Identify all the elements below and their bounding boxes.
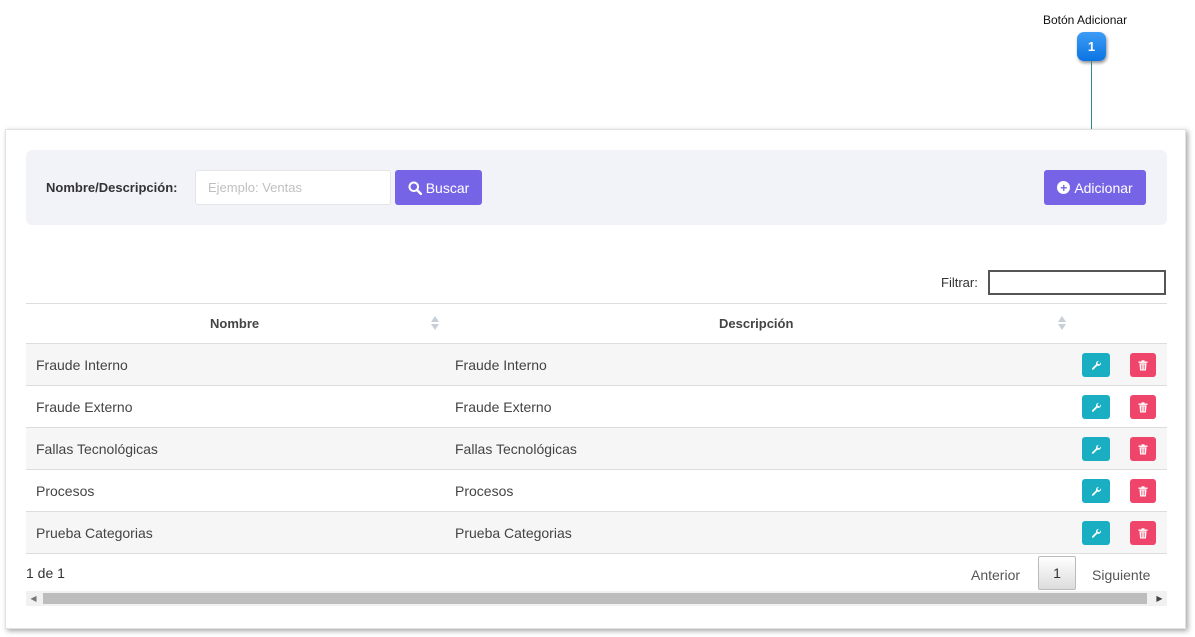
plus-circle-icon: + xyxy=(1057,181,1071,194)
cell-description: Procesos xyxy=(455,483,514,499)
horizontal-scrollbar[interactable]: ◀ ▶ xyxy=(26,591,1167,606)
edit-button[interactable] xyxy=(1082,395,1110,419)
delete-button[interactable] xyxy=(1130,479,1156,503)
table-row: Fraude Externo Fraude Externo xyxy=(26,386,1167,428)
add-button[interactable]: + Adicionar xyxy=(1044,170,1146,205)
search-label: Nombre/Descripción: xyxy=(46,180,178,195)
cell-name: Fallas Tecnológicas xyxy=(36,441,158,457)
sort-icon[interactable] xyxy=(1058,316,1067,332)
previous-page-link[interactable]: Anterior xyxy=(971,567,1020,583)
wrench-icon xyxy=(1091,528,1102,539)
trash-icon xyxy=(1138,485,1148,497)
cell-description: Fraude Interno xyxy=(455,357,547,373)
add-button-label: Adicionar xyxy=(1074,179,1133,196)
column-header-description[interactable]: Descripción xyxy=(719,316,793,331)
trash-icon xyxy=(1138,401,1148,413)
cell-description: Fallas Tecnológicas xyxy=(455,441,577,457)
categories-panel: Nombre/Descripción: Buscar + Adicionar F… xyxy=(5,129,1186,629)
delete-button[interactable] xyxy=(1130,521,1156,545)
cell-name: Fraude Interno xyxy=(36,357,128,373)
delete-button[interactable] xyxy=(1130,437,1156,461)
cell-name: Fraude Externo xyxy=(36,399,133,415)
search-icon xyxy=(408,181,422,195)
categories-table: Nombre Descripción Fraude Interno Fraude … xyxy=(26,303,1167,554)
pagination-info: 1 de 1 xyxy=(26,565,65,581)
next-page-link[interactable]: Siguiente xyxy=(1092,567,1150,583)
delete-button[interactable] xyxy=(1130,395,1156,419)
table-row: Prueba Categorias Prueba Categorias xyxy=(26,512,1167,554)
cell-name: Procesos xyxy=(36,483,95,499)
cell-description: Prueba Categorias xyxy=(455,525,572,541)
trash-icon xyxy=(1138,443,1148,455)
sort-icon[interactable] xyxy=(431,316,440,332)
wrench-icon xyxy=(1091,444,1102,455)
scroll-left-arrow-icon[interactable]: ◀ xyxy=(26,591,41,606)
column-header-name[interactable]: Nombre xyxy=(210,316,259,331)
wrench-icon xyxy=(1091,402,1102,413)
callout-label: Botón Adicionar xyxy=(1043,13,1128,27)
edit-button[interactable] xyxy=(1082,437,1110,461)
table-header: Nombre Descripción xyxy=(26,304,1167,344)
search-button-label: Buscar xyxy=(425,179,470,196)
scroll-right-arrow-icon[interactable]: ▶ xyxy=(1152,591,1167,606)
edit-button[interactable] xyxy=(1082,521,1110,545)
table-row: Procesos Procesos xyxy=(26,470,1167,512)
cell-description: Fraude Externo xyxy=(455,399,552,415)
filter-input[interactable] xyxy=(988,270,1166,295)
edit-button[interactable] xyxy=(1082,479,1110,503)
current-page-button[interactable]: 1 xyxy=(1038,556,1076,590)
wrench-icon xyxy=(1091,360,1102,371)
wrench-icon xyxy=(1091,486,1102,497)
table-body: Fraude Interno Fraude Interno Fraude Exter… xyxy=(26,344,1167,554)
trash-icon xyxy=(1138,359,1148,371)
table-row: Fraude Interno Fraude Interno xyxy=(26,344,1167,386)
filter-label: Filtrar: xyxy=(941,275,978,290)
trash-icon xyxy=(1138,527,1148,539)
scrollbar-thumb[interactable] xyxy=(43,593,1147,604)
table-row: Fallas Tecnológicas Fallas Tecnológicas xyxy=(26,428,1167,470)
search-button[interactable]: Buscar xyxy=(395,170,482,205)
cell-name: Prueba Categorias xyxy=(36,525,153,541)
search-bar: Nombre/Descripción: Buscar + Adicionar xyxy=(26,150,1167,225)
delete-button[interactable] xyxy=(1130,353,1156,377)
callout-badge: 1 xyxy=(1077,32,1106,61)
search-input[interactable] xyxy=(195,170,391,205)
edit-button[interactable] xyxy=(1082,353,1110,377)
